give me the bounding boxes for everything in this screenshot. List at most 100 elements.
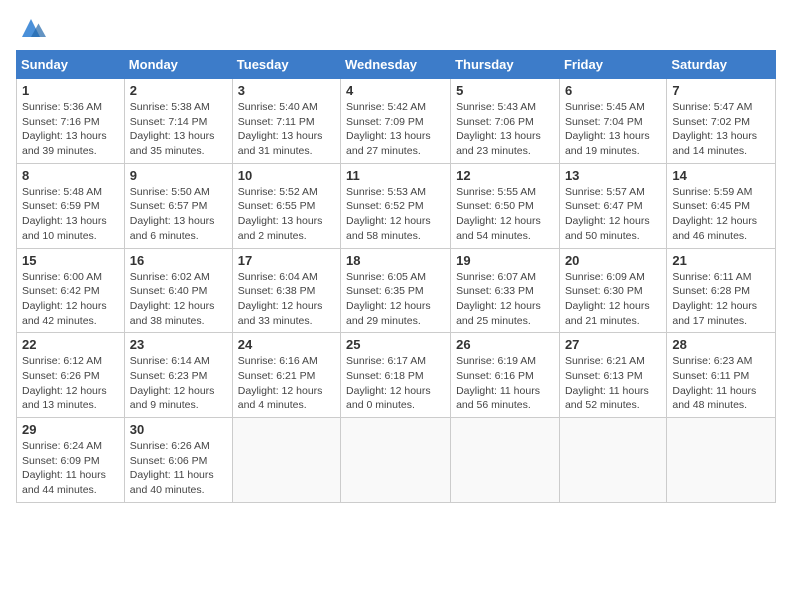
day-info: Sunrise: 5:52 AM Sunset: 6:55 PM Dayligh…	[238, 185, 335, 244]
sunrise-label: Sunrise: 5:40 AM	[238, 101, 318, 113]
day-info: Sunrise: 6:26 AM Sunset: 6:06 PM Dayligh…	[130, 439, 227, 498]
day-info: Sunrise: 6:00 AM Sunset: 6:42 PM Dayligh…	[22, 270, 119, 329]
sunset-label: Sunset: 6:47 PM	[565, 200, 643, 212]
calendar-day-cell: 11 Sunrise: 5:53 AM Sunset: 6:52 PM Dayl…	[341, 163, 451, 248]
day-number: 11	[346, 168, 445, 183]
day-number: 27	[565, 337, 661, 352]
sunset-label: Sunset: 6:28 PM	[672, 285, 750, 297]
day-number: 25	[346, 337, 445, 352]
daylight-label: Daylight: 13 hours and 14 minutes.	[672, 130, 757, 157]
sunset-label: Sunset: 6:57 PM	[130, 200, 208, 212]
calendar-header-sunday: Sunday	[17, 51, 125, 79]
day-number: 2	[130, 83, 227, 98]
daylight-label: Daylight: 12 hours and 46 minutes.	[672, 215, 757, 242]
day-info: Sunrise: 6:12 AM Sunset: 6:26 PM Dayligh…	[22, 354, 119, 413]
day-number: 4	[346, 83, 445, 98]
calendar-header-thursday: Thursday	[451, 51, 560, 79]
sunrise-label: Sunrise: 5:45 AM	[565, 101, 645, 113]
calendar-day-cell: 14 Sunrise: 5:59 AM Sunset: 6:45 PM Dayl…	[667, 163, 776, 248]
day-number: 19	[456, 253, 554, 268]
daylight-label: Daylight: 11 hours and 52 minutes.	[565, 385, 649, 412]
daylight-label: Daylight: 11 hours and 48 minutes.	[672, 385, 756, 412]
sunset-label: Sunset: 6:09 PM	[22, 455, 100, 467]
calendar-empty-cell	[451, 418, 560, 503]
calendar-empty-cell	[232, 418, 340, 503]
calendar-header-friday: Friday	[559, 51, 666, 79]
daylight-label: Daylight: 11 hours and 40 minutes.	[130, 469, 214, 496]
sunrise-label: Sunrise: 5:43 AM	[456, 101, 536, 113]
daylight-label: Daylight: 13 hours and 23 minutes.	[456, 130, 541, 157]
calendar-day-cell: 23 Sunrise: 6:14 AM Sunset: 6:23 PM Dayl…	[124, 333, 232, 418]
calendar-header-tuesday: Tuesday	[232, 51, 340, 79]
day-info: Sunrise: 6:02 AM Sunset: 6:40 PM Dayligh…	[130, 270, 227, 329]
calendar-day-cell: 24 Sunrise: 6:16 AM Sunset: 6:21 PM Dayl…	[232, 333, 340, 418]
calendar-day-cell: 12 Sunrise: 5:55 AM Sunset: 6:50 PM Dayl…	[451, 163, 560, 248]
sunset-label: Sunset: 6:38 PM	[238, 285, 316, 297]
sunrise-label: Sunrise: 6:02 AM	[130, 271, 210, 283]
sunrise-label: Sunrise: 6:07 AM	[456, 271, 536, 283]
day-number: 5	[456, 83, 554, 98]
calendar-day-cell: 25 Sunrise: 6:17 AM Sunset: 6:18 PM Dayl…	[341, 333, 451, 418]
calendar-day-cell: 4 Sunrise: 5:42 AM Sunset: 7:09 PM Dayli…	[341, 79, 451, 164]
daylight-label: Daylight: 12 hours and 42 minutes.	[22, 300, 107, 327]
sunrise-label: Sunrise: 6:04 AM	[238, 271, 318, 283]
sunrise-label: Sunrise: 5:57 AM	[565, 186, 645, 198]
daylight-label: Daylight: 12 hours and 38 minutes.	[130, 300, 215, 327]
day-info: Sunrise: 6:21 AM Sunset: 6:13 PM Dayligh…	[565, 354, 661, 413]
sunset-label: Sunset: 6:30 PM	[565, 285, 643, 297]
sunrise-label: Sunrise: 5:53 AM	[346, 186, 426, 198]
sunrise-label: Sunrise: 5:52 AM	[238, 186, 318, 198]
calendar-day-cell: 5 Sunrise: 5:43 AM Sunset: 7:06 PM Dayli…	[451, 79, 560, 164]
daylight-label: Daylight: 12 hours and 29 minutes.	[346, 300, 431, 327]
calendar-day-cell: 15 Sunrise: 6:00 AM Sunset: 6:42 PM Dayl…	[17, 248, 125, 333]
day-number: 14	[672, 168, 770, 183]
calendar-day-cell: 3 Sunrise: 5:40 AM Sunset: 7:11 PM Dayli…	[232, 79, 340, 164]
daylight-label: Daylight: 13 hours and 39 minutes.	[22, 130, 107, 157]
sunset-label: Sunset: 6:11 PM	[672, 370, 749, 382]
calendar-day-cell: 13 Sunrise: 5:57 AM Sunset: 6:47 PM Dayl…	[559, 163, 666, 248]
sunrise-label: Sunrise: 6:26 AM	[130, 440, 210, 452]
day-info: Sunrise: 5:43 AM Sunset: 7:06 PM Dayligh…	[456, 100, 554, 159]
daylight-label: Daylight: 12 hours and 9 minutes.	[130, 385, 215, 412]
calendar-day-cell: 27 Sunrise: 6:21 AM Sunset: 6:13 PM Dayl…	[559, 333, 666, 418]
day-info: Sunrise: 6:17 AM Sunset: 6:18 PM Dayligh…	[346, 354, 445, 413]
calendar-table: SundayMondayTuesdayWednesdayThursdayFrid…	[16, 50, 776, 503]
sunrise-label: Sunrise: 6:00 AM	[22, 271, 102, 283]
day-info: Sunrise: 5:40 AM Sunset: 7:11 PM Dayligh…	[238, 100, 335, 159]
day-info: Sunrise: 6:14 AM Sunset: 6:23 PM Dayligh…	[130, 354, 227, 413]
sunrise-label: Sunrise: 6:21 AM	[565, 355, 645, 367]
calendar-day-cell: 7 Sunrise: 5:47 AM Sunset: 7:02 PM Dayli…	[667, 79, 776, 164]
sunrise-label: Sunrise: 6:17 AM	[346, 355, 426, 367]
day-number: 30	[130, 422, 227, 437]
day-info: Sunrise: 5:50 AM Sunset: 6:57 PM Dayligh…	[130, 185, 227, 244]
sunset-label: Sunset: 6:13 PM	[565, 370, 643, 382]
calendar-day-cell: 26 Sunrise: 6:19 AM Sunset: 6:16 PM Dayl…	[451, 333, 560, 418]
calendar-day-cell: 22 Sunrise: 6:12 AM Sunset: 6:26 PM Dayl…	[17, 333, 125, 418]
sunset-label: Sunset: 6:50 PM	[456, 200, 534, 212]
daylight-label: Daylight: 11 hours and 56 minutes.	[456, 385, 540, 412]
calendar-day-cell: 2 Sunrise: 5:38 AM Sunset: 7:14 PM Dayli…	[124, 79, 232, 164]
calendar-day-cell: 16 Sunrise: 6:02 AM Sunset: 6:40 PM Dayl…	[124, 248, 232, 333]
day-number: 1	[22, 83, 119, 98]
daylight-label: Daylight: 13 hours and 6 minutes.	[130, 215, 215, 242]
calendar-day-cell: 29 Sunrise: 6:24 AM Sunset: 6:09 PM Dayl…	[17, 418, 125, 503]
sunset-label: Sunset: 6:40 PM	[130, 285, 208, 297]
day-number: 15	[22, 253, 119, 268]
sunset-label: Sunset: 6:55 PM	[238, 200, 316, 212]
day-number: 16	[130, 253, 227, 268]
calendar-day-cell: 8 Sunrise: 5:48 AM Sunset: 6:59 PM Dayli…	[17, 163, 125, 248]
daylight-label: Daylight: 13 hours and 35 minutes.	[130, 130, 215, 157]
day-info: Sunrise: 5:59 AM Sunset: 6:45 PM Dayligh…	[672, 185, 770, 244]
sunset-label: Sunset: 6:26 PM	[22, 370, 100, 382]
calendar-day-cell: 19 Sunrise: 6:07 AM Sunset: 6:33 PM Dayl…	[451, 248, 560, 333]
calendar-empty-cell	[559, 418, 666, 503]
logo	[16, 16, 50, 40]
calendar-week-row: 22 Sunrise: 6:12 AM Sunset: 6:26 PM Dayl…	[17, 333, 776, 418]
sunset-label: Sunset: 6:52 PM	[346, 200, 424, 212]
day-info: Sunrise: 5:55 AM Sunset: 6:50 PM Dayligh…	[456, 185, 554, 244]
day-number: 9	[130, 168, 227, 183]
calendar-day-cell: 10 Sunrise: 5:52 AM Sunset: 6:55 PM Dayl…	[232, 163, 340, 248]
sunrise-label: Sunrise: 6:12 AM	[22, 355, 102, 367]
day-info: Sunrise: 5:36 AM Sunset: 7:16 PM Dayligh…	[22, 100, 119, 159]
sunset-label: Sunset: 6:35 PM	[346, 285, 424, 297]
